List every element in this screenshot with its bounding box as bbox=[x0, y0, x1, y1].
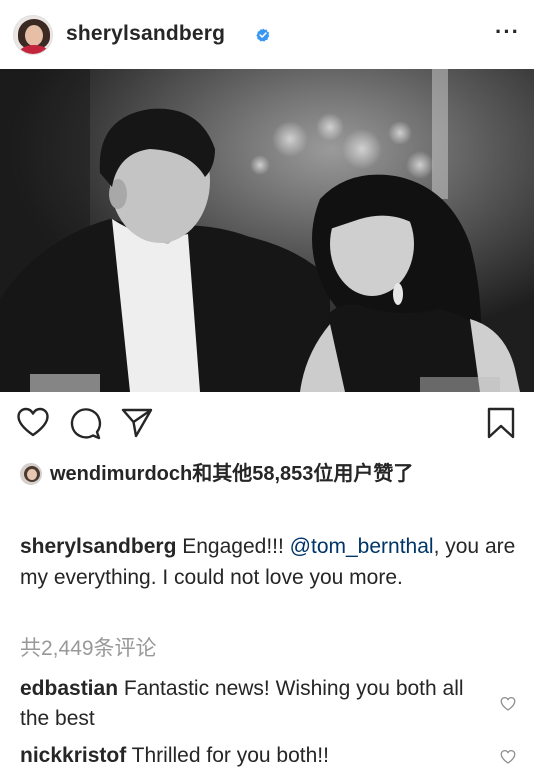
caption-mention[interactable]: @tom_bernthal bbox=[290, 535, 434, 558]
comment-username[interactable]: edbastian bbox=[20, 677, 118, 700]
post-photo[interactable] bbox=[0, 69, 534, 392]
more-options-button[interactable]: ··· bbox=[495, 21, 520, 43]
heart-icon[interactable] bbox=[16, 406, 50, 440]
bookmark-icon[interactable] bbox=[484, 406, 518, 440]
action-bar bbox=[0, 400, 534, 450]
comment-item: edbastian Fantastic news! Wishing you bo… bbox=[20, 674, 480, 734]
likes-count-text: 和其他58,853位用户赞了 bbox=[192, 463, 414, 485]
comment-item: nickkristof Thrilled for you both!! bbox=[20, 741, 480, 771]
caption-username[interactable]: sherylsandberg bbox=[20, 535, 176, 558]
caption-text-start: Engaged!!! bbox=[182, 535, 290, 558]
post-caption: sherylsandberg Engaged!!! @tom_bernthal,… bbox=[20, 532, 520, 593]
likes-summary[interactable]: wendimurdoch和其他58,853位用户赞了 bbox=[20, 460, 516, 488]
liker-username[interactable]: wendimurdoch bbox=[50, 463, 192, 485]
small-heart-icon[interactable] bbox=[500, 696, 516, 712]
avatar[interactable] bbox=[13, 15, 53, 55]
post-header: sherylsandberg ··· bbox=[0, 0, 534, 70]
comment-text: Thrilled for you both!! bbox=[131, 744, 329, 767]
post-username[interactable]: sherylsandberg bbox=[66, 22, 225, 46]
view-all-comments-link[interactable]: 共2,449条评论 bbox=[20, 632, 157, 662]
photo-illustration bbox=[0, 69, 534, 392]
paper-plane-icon[interactable] bbox=[120, 406, 154, 440]
comment-username[interactable]: nickkristof bbox=[20, 744, 126, 767]
small-heart-icon[interactable] bbox=[500, 749, 516, 765]
verified-badge-icon bbox=[256, 28, 270, 42]
comment-icon[interactable] bbox=[68, 406, 102, 440]
